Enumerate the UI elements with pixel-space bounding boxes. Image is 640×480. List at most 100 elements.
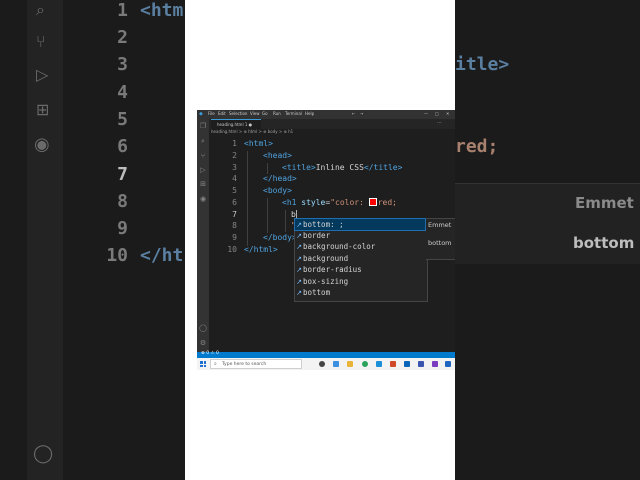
menu-go[interactable]: Go bbox=[262, 111, 268, 116]
text-cursor bbox=[295, 210, 297, 218]
line-number: 4 bbox=[232, 174, 237, 183]
background-line-number: 4 bbox=[117, 82, 128, 103]
suggestion-item[interactable]: ↗border-radius bbox=[295, 264, 425, 275]
menu-help[interactable]: Help bbox=[305, 111, 314, 116]
account-icon: ◯ bbox=[33, 443, 54, 464]
line-number: 6 bbox=[232, 198, 237, 207]
background-suggest-label: Emmet bbox=[575, 194, 634, 212]
vscode-taskbar-icon[interactable] bbox=[404, 361, 410, 367]
store-icon[interactable] bbox=[376, 361, 382, 367]
background-code-fragment: red; bbox=[455, 136, 499, 157]
property-icon: ↗ bbox=[296, 243, 302, 251]
problems-indicator[interactable]: ⊗ 0 ⚠ 0 bbox=[201, 351, 219, 356]
line-number: 9 bbox=[232, 233, 237, 242]
tab-label: heading.html 1 ● bbox=[217, 122, 253, 127]
task-view-icon[interactable] bbox=[319, 361, 325, 367]
search-icon[interactable]: ⌕ bbox=[199, 137, 207, 145]
app-icon[interactable] bbox=[418, 361, 424, 367]
background-line-number: 1 bbox=[117, 0, 128, 21]
suggestion-item[interactable]: ↗bottom bbox=[295, 287, 425, 298]
remote-icon: ◉ bbox=[34, 134, 50, 155]
close-icon[interactable]: ✕ bbox=[446, 111, 449, 116]
account-icon[interactable]: ◯ bbox=[199, 324, 207, 332]
windows-start-icon[interactable] bbox=[200, 361, 206, 367]
background-suggest-label: bottom bbox=[573, 234, 635, 252]
line-number: 10 bbox=[227, 245, 237, 254]
line-number: 3 bbox=[232, 163, 237, 172]
vscode-logo-icon: ◆ bbox=[199, 111, 203, 117]
suggestion-item[interactable]: ↗border bbox=[295, 230, 425, 241]
windows-taskbar: ⌕ Type here to search bbox=[197, 358, 455, 370]
background-suggest-panel: Emmet bottom bbox=[455, 183, 640, 264]
suggestion-detail-value: bottom bbox=[428, 239, 452, 247]
extensions-icon: ⊞ bbox=[36, 100, 50, 119]
menu-edit[interactable]: Edit bbox=[218, 111, 226, 116]
line-number: 7 bbox=[232, 210, 237, 219]
background-blurred-left: ⌕ ⑂ ▷ ⊞ ◉ ◯ 1 2 3 4 5 6 7 8 9 10 <htm </… bbox=[0, 0, 185, 480]
source-control-icon[interactable]: ⑂ bbox=[199, 152, 207, 160]
code-line: <body> bbox=[263, 186, 292, 195]
source-control-icon: ⑂ bbox=[36, 32, 46, 51]
line-number: 8 bbox=[232, 221, 237, 230]
background-line-number: 8 bbox=[117, 191, 128, 212]
activity-bar: ❐ ⌕ ⑂ ▷ ⊞ ◉ ◯ ⚙ bbox=[197, 119, 209, 352]
background-line-number: 6 bbox=[117, 136, 128, 157]
code-line: </body> bbox=[263, 233, 297, 242]
background-line-number: 10 bbox=[106, 245, 128, 266]
code-line: <title>Inline CSS</title> bbox=[282, 163, 403, 172]
edge-browser-icon[interactable] bbox=[333, 361, 339, 367]
nav-back-icon[interactable]: ← bbox=[352, 111, 355, 116]
indent-guide bbox=[247, 151, 248, 246]
explorer-icon[interactable]: ❐ bbox=[199, 122, 207, 130]
app-icon[interactable] bbox=[390, 361, 396, 367]
suggestion-item[interactable]: ↗background-color bbox=[295, 241, 425, 252]
minimize-icon[interactable]: — bbox=[424, 111, 428, 116]
background-blurred-right: itle> red; Emmet bottom bbox=[455, 0, 640, 480]
code-line: <html> bbox=[244, 139, 273, 148]
nav-forward-icon[interactable]: → bbox=[360, 111, 363, 116]
line-number: 2 bbox=[232, 151, 237, 160]
onenote-icon[interactable] bbox=[432, 361, 438, 367]
file-explorer-icon[interactable] bbox=[347, 361, 353, 367]
suggestion-item[interactable]: ↗background bbox=[295, 253, 425, 264]
line-number: 1 bbox=[232, 139, 237, 148]
suggestion-detail-source: Emmet bbox=[428, 221, 452, 229]
menu-selection[interactable]: Selection bbox=[229, 111, 247, 116]
code-line: <head> bbox=[263, 151, 292, 160]
search-icon: ⌕ bbox=[36, 0, 45, 19]
maximize-icon[interactable]: □ bbox=[435, 111, 439, 116]
breadcrumb[interactable]: heading.html > ⊕ html > ⊕ body > ⊕ h1 bbox=[211, 129, 293, 137]
suggestion-detail-panel: Emmet bottom bbox=[426, 218, 455, 260]
extensions-icon[interactable]: ⊞ bbox=[199, 180, 207, 188]
remote-icon[interactable]: ◉ bbox=[199, 195, 207, 203]
title-bar: ◆ File Edit Selection View Go Run Termin… bbox=[197, 110, 455, 119]
menu-terminal[interactable]: Terminal bbox=[285, 111, 302, 116]
run-debug-icon: ▷ bbox=[36, 65, 49, 84]
background-line-number: 5 bbox=[117, 109, 128, 130]
vscode-window: ◆ File Edit Selection View Go Run Termin… bbox=[197, 110, 455, 370]
app-icon[interactable] bbox=[445, 361, 451, 367]
more-actions-icon[interactable]: ⋯ bbox=[437, 120, 442, 126]
background-code-fragment: </ht bbox=[140, 245, 184, 266]
chrome-icon[interactable] bbox=[362, 361, 368, 367]
background-line-number: 9 bbox=[117, 218, 128, 239]
background-code-fragment: <htm bbox=[140, 0, 184, 21]
taskbar-search-placeholder: Type here to search bbox=[222, 362, 267, 367]
background-code-fragment: itle> bbox=[455, 54, 510, 75]
background-line-number: 2 bbox=[117, 27, 128, 48]
color-swatch-red[interactable] bbox=[368, 198, 377, 206]
code-line: </html> bbox=[244, 245, 278, 254]
tab-heading-html[interactable]: heading.html 1 ● bbox=[211, 119, 261, 129]
code-line: <h1 style="color: red; bbox=[282, 198, 397, 207]
suggestion-item[interactable]: ↗box-sizing bbox=[295, 276, 425, 287]
menu-run[interactable]: Run bbox=[273, 111, 281, 116]
taskbar-search-box[interactable]: ⌕ Type here to search bbox=[210, 359, 302, 369]
suggestion-item[interactable]: ↗bottom: ; bbox=[294, 218, 426, 231]
settings-gear-icon[interactable]: ⚙ bbox=[199, 339, 207, 347]
indent-guide bbox=[285, 210, 286, 232]
background-line-number: 7 bbox=[117, 164, 128, 185]
menu-view[interactable]: View bbox=[250, 111, 260, 116]
code-line: </head> bbox=[263, 174, 297, 183]
menu-file[interactable]: File bbox=[208, 111, 215, 116]
run-debug-icon[interactable]: ▷ bbox=[199, 166, 207, 174]
